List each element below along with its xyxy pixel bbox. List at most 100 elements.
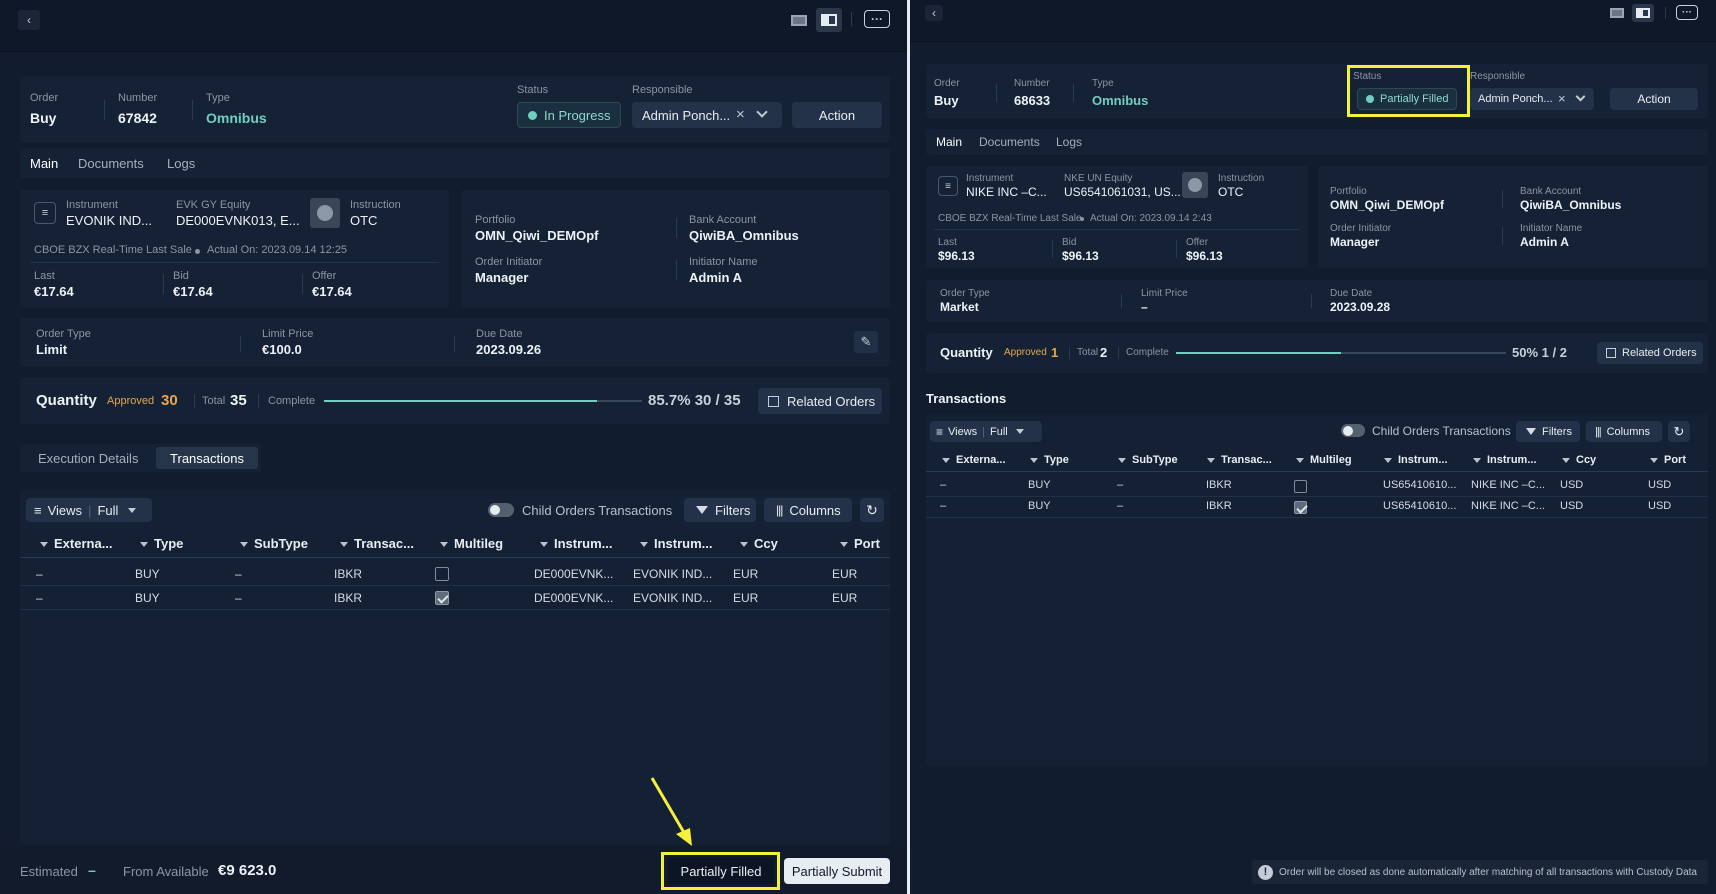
- status-badge[interactable]: In Progress: [517, 102, 621, 128]
- more-options-icon[interactable]: ···: [1676, 5, 1698, 20]
- action-button[interactable]: Action: [792, 102, 882, 128]
- columns-button[interactable]: ||| Columns: [764, 498, 852, 522]
- multileg-checkbox[interactable]: [1294, 480, 1307, 493]
- single-view-icon[interactable]: [1608, 6, 1626, 20]
- offer-value: $96.13: [1186, 249, 1223, 263]
- child-orders-label: Child Orders Transactions: [1372, 424, 1511, 438]
- col-instrument-2[interactable]: Instrum...: [640, 536, 713, 551]
- multileg-checkbox[interactable]: [435, 591, 449, 605]
- edit-pencil-icon[interactable]: ✎: [854, 331, 878, 353]
- col-external[interactable]: Externa...: [40, 536, 113, 551]
- split-view-icon[interactable]: [1632, 4, 1654, 22]
- responsible-value: Admin Ponch...: [1478, 93, 1553, 105]
- refresh-button[interactable]: ↻: [860, 498, 884, 522]
- cell-transaction: IBKR: [334, 591, 363, 605]
- refresh-button[interactable]: ↻: [1668, 421, 1690, 442]
- col-instrument-2[interactable]: Instrum...: [1473, 454, 1537, 466]
- tab-documents[interactable]: Documents: [979, 135, 1040, 149]
- tab-logs[interactable]: Logs: [167, 156, 195, 171]
- last-value: €17.64: [34, 284, 74, 299]
- col-ccy[interactable]: Ccy: [1562, 454, 1596, 466]
- cell-ccy: USD: [1560, 500, 1584, 512]
- action-label: Action: [818, 107, 856, 123]
- number-label: Number: [1014, 78, 1050, 89]
- col-transaction[interactable]: Transac...: [1207, 454, 1272, 466]
- table-row[interactable]: – BUY – IBKR DE000EVNK... EVONIK IND... …: [20, 562, 890, 586]
- col-subtype[interactable]: SubType: [1118, 454, 1178, 466]
- offer-value: €17.64: [312, 284, 352, 299]
- tab-execution-details[interactable]: Execution Details: [38, 451, 138, 466]
- multileg-checkbox[interactable]: [435, 567, 449, 581]
- col-multileg[interactable]: Multileg: [440, 536, 503, 551]
- status-value: In Progress: [544, 107, 611, 123]
- partially-submit-button[interactable]: Partially Submit: [784, 858, 890, 884]
- single-view-icon[interactable]: [788, 10, 810, 30]
- more-options-icon[interactable]: ···: [864, 10, 890, 28]
- divider: [1118, 347, 1119, 359]
- table-row[interactable]: – BUY – IBKR US65410610... NIKE INC –C..…: [926, 476, 1708, 497]
- col-type[interactable]: Type: [140, 536, 183, 551]
- tab-documents[interactable]: Documents: [78, 156, 144, 171]
- portfolio-label: Portfolio: [1330, 186, 1367, 197]
- cell-instrument-1: US65410610...: [1383, 500, 1457, 512]
- table-row[interactable]: – BUY – IBKR DE000EVNK... EVONIK IND... …: [20, 586, 890, 610]
- views-label: Views: [47, 502, 83, 518]
- instrument-stack-icon: ≡: [34, 202, 56, 224]
- child-orders-toggle[interactable]: [1341, 424, 1365, 437]
- highlight-arrow-icon: [650, 777, 692, 846]
- columns-icon: |||: [1595, 425, 1602, 438]
- col-instrument-1[interactable]: Instrum...: [540, 536, 613, 551]
- bid-label: Bid: [173, 270, 189, 282]
- col-external[interactable]: Externa...: [942, 454, 1006, 466]
- columns-button[interactable]: ||| Columns: [1586, 421, 1662, 442]
- back-chevron-icon[interactable]: ‹: [18, 10, 40, 30]
- col-port[interactable]: Port: [1650, 454, 1686, 466]
- clear-x-icon[interactable]: ×: [736, 106, 745, 123]
- tab-main[interactable]: Main: [936, 135, 962, 149]
- cell-instrument-2: EVONIK IND...: [633, 591, 713, 605]
- divider: [302, 274, 303, 294]
- chevron-down-icon[interactable]: [756, 106, 768, 118]
- tab-main[interactable]: Main: [30, 156, 58, 171]
- responsible-select[interactable]: Admin Ponch... ×: [632, 102, 782, 128]
- col-instrument-1[interactable]: Instrum...: [1384, 454, 1448, 466]
- cell-port: EUR: [832, 591, 858, 605]
- action-button[interactable]: Action: [1610, 88, 1698, 110]
- split-view-icon[interactable]: [816, 8, 842, 32]
- chevron-down-icon[interactable]: [1575, 91, 1586, 102]
- order-header: Order Buy Number 67842 Type Omnibus Stat…: [20, 76, 890, 142]
- filters-button[interactable]: Filters: [684, 498, 756, 522]
- views-dropdown[interactable]: ≡ Views | Full: [930, 421, 1042, 442]
- cell-transaction: IBKR: [334, 567, 363, 581]
- responsible-select[interactable]: Admin Ponch... ×: [1470, 88, 1594, 110]
- col-port[interactable]: Port: [840, 536, 880, 551]
- views-dropdown[interactable]: ≡ Views | Full: [26, 498, 152, 522]
- child-orders-toggle[interactable]: [488, 503, 514, 517]
- clear-x-icon[interactable]: ×: [1558, 91, 1566, 106]
- filters-button[interactable]: Filters: [1516, 421, 1580, 442]
- col-ccy[interactable]: Ccy: [740, 536, 778, 551]
- table-row[interactable]: – BUY – IBKR US65410610... NIKE INC –C..…: [926, 497, 1708, 518]
- col-subtype[interactable]: SubType: [240, 536, 308, 551]
- tab-transactions[interactable]: Transactions: [156, 447, 258, 469]
- refresh-icon: ↻: [1673, 423, 1685, 439]
- order-details-card: Order Type Limit Limit Price €100.0 Due …: [20, 318, 890, 366]
- instrument-card: ≡ Instrument EVONIK IND... EVK GY Equity…: [20, 190, 449, 308]
- order-label: Order: [934, 78, 960, 89]
- order-label: Order: [30, 92, 59, 104]
- type-value: Omnibus: [1092, 93, 1149, 108]
- col-type[interactable]: Type: [1030, 454, 1069, 466]
- multileg-checkbox[interactable]: [1294, 501, 1307, 514]
- tab-logs[interactable]: Logs: [1056, 135, 1082, 149]
- back-chevron-icon[interactable]: ‹: [925, 5, 943, 21]
- col-multileg[interactable]: Multileg: [1296, 454, 1352, 466]
- limit-price-value: –: [1141, 300, 1148, 314]
- related-orders-button[interactable]: Related Orders: [758, 388, 882, 414]
- quantity-card: Quantity Approved 1 Total 2 Complete 50%…: [926, 333, 1708, 373]
- prices-divider: [934, 229, 1300, 230]
- table-header: Externa... Type SubType Transac... Multi…: [20, 530, 890, 558]
- col-transaction[interactable]: Transac...: [340, 536, 414, 551]
- order-type-label: Order Type: [940, 288, 990, 299]
- related-orders-button[interactable]: Related Orders: [1597, 342, 1703, 364]
- transactions-title: Transactions: [926, 391, 1007, 406]
